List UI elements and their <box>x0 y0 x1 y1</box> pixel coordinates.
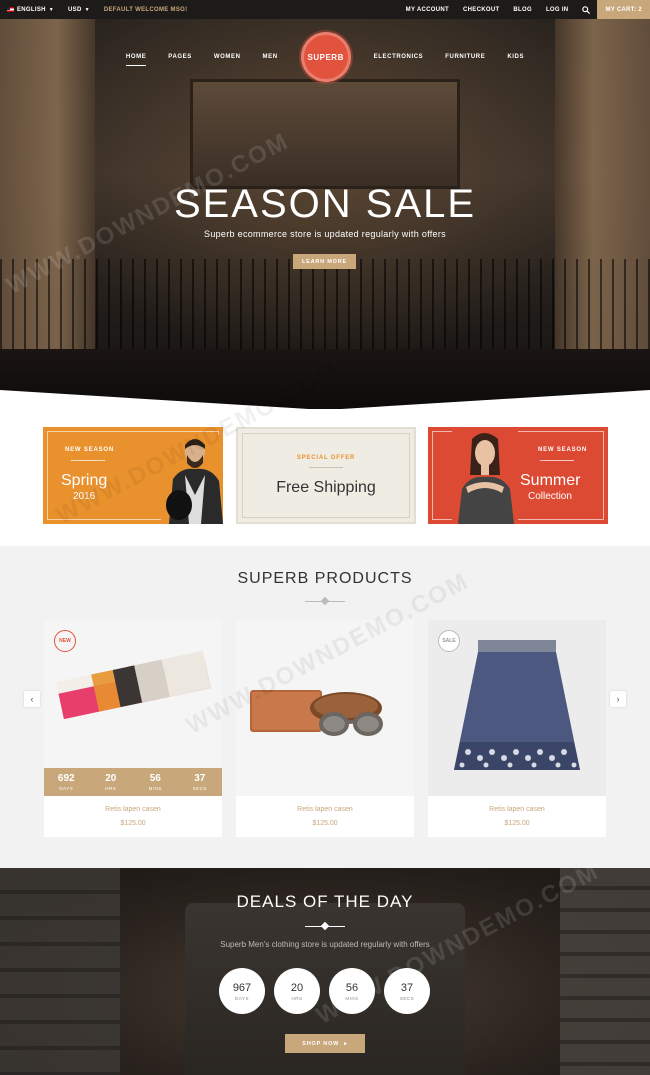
currency-selector[interactable]: USD ▼ <box>61 0 97 19</box>
top-bar: ENGLISH ▼ USD ▼ DEFAULT WELCOME MSG! MY … <box>0 0 650 19</box>
promo-title: Summer <box>520 472 581 489</box>
countdown-hours: 20 HRS <box>89 768 134 796</box>
deals-countdown-days: 967 DAYS <box>219 968 265 1014</box>
countdown-days: 692 DAYS <box>44 768 89 796</box>
deals-subtitle: Superb Men's clothing store is updated r… <box>220 940 430 949</box>
language-selector[interactable]: ENGLISH ▼ <box>0 0 61 19</box>
product-image[interactable]: SALE <box>428 620 606 796</box>
caret-right-icon: ▸ <box>344 1040 348 1047</box>
nav-women[interactable]: WOMEN <box>203 43 252 71</box>
countdown-value: 37 <box>194 773 206 784</box>
carousel-prev-button[interactable]: ‹ <box>24 691 40 707</box>
hero-banner: HOME PAGES WOMEN MEN SUPERB ELECTRONICS … <box>0 19 650 409</box>
search-icon <box>582 5 591 14</box>
promo-summer[interactable]: NEW SEASON Summer Collection <box>428 427 608 524</box>
product-price: $125.00 <box>120 820 146 827</box>
new-badge: NEW <box>54 630 76 652</box>
learn-more-button[interactable]: LEARN MORE <box>293 254 356 269</box>
ornament-divider <box>305 923 345 929</box>
countdown-value: 20 <box>105 773 117 784</box>
countdown-value: 967 <box>232 981 252 994</box>
countdown-unit: HRS <box>105 786 117 791</box>
site-logo[interactable]: SUPERB <box>300 32 351 82</box>
promo-divider <box>309 467 343 468</box>
countdown-unit: SECS <box>399 995 415 1001</box>
product-card[interactable]: SALE Retis lapen casen $125.00 <box>428 620 606 837</box>
nav-furniture[interactable]: FURNITURE <box>434 43 496 71</box>
promo-divider <box>540 460 574 461</box>
nav-kids[interactable]: KIDS <box>496 43 535 71</box>
countdown-value: 20 <box>290 981 304 994</box>
promo-label: SPECIAL OFFER <box>296 455 356 461</box>
promo-subtitle: Collection <box>528 491 572 502</box>
countdown-unit: SECS <box>192 786 207 791</box>
login-link[interactable]: LOG IN <box>539 0 575 19</box>
search-button[interactable] <box>575 0 597 19</box>
shop-now-button[interactable]: SHOP NOW ▸ <box>285 1034 365 1053</box>
nav-home[interactable]: HOME <box>115 43 157 71</box>
currency-label: USD <box>68 6 82 13</box>
flag-icon <box>7 7 14 12</box>
countdown-unit: MINS <box>148 786 162 791</box>
promo-label: NEW SEASON <box>538 447 588 453</box>
nav-men[interactable]: MEN <box>252 43 289 71</box>
blog-link[interactable]: BLOG <box>506 0 539 19</box>
chevron-down-icon: ▼ <box>84 6 90 13</box>
shop-now-label: SHOP NOW <box>302 1040 340 1047</box>
product-countdown: 692 DAYS 20 HRS 56 MINS 37 SECS <box>44 768 222 796</box>
main-nav: HOME PAGES WOMEN MEN SUPERB ELECTRONICS … <box>0 32 650 82</box>
products-title: SUPERB PRODUCTS <box>237 570 413 587</box>
product-price: $125.00 <box>504 820 530 827</box>
nav-pages[interactable]: PAGES <box>157 43 203 71</box>
woman-model-image <box>452 431 518 524</box>
promo-frame <box>242 433 410 518</box>
sale-badge: SALE <box>438 630 460 652</box>
nav-electronics[interactable]: ELECTRONICS <box>363 43 435 71</box>
countdown-seconds: 37 SECS <box>178 768 223 796</box>
carousel-next-button[interactable]: › <box>610 691 626 707</box>
cart-button[interactable]: MY CART: 2 <box>597 0 650 19</box>
countdown-value: 692 <box>57 773 75 784</box>
countdown-minutes: 56 MINS <box>133 768 178 796</box>
hero-divider-right <box>325 390 650 409</box>
promo-free-shipping[interactable]: SPECIAL OFFER Free Shipping <box>236 427 416 524</box>
countdown-unit: DAYS <box>59 786 74 791</box>
language-label: ENGLISH <box>17 6 46 13</box>
countdown-unit: DAYS <box>235 995 249 1001</box>
product-name[interactable]: Retis lapen casen <box>236 806 414 813</box>
product-price: $125.00 <box>312 820 338 827</box>
promo-label: NEW SEASON <box>65 447 115 453</box>
chevron-down-icon: ▼ <box>48 6 55 13</box>
promo-divider <box>71 460 105 461</box>
checkout-link[interactable]: CHECKOUT <box>456 0 506 19</box>
promo-title: Free Shipping <box>276 479 376 496</box>
countdown-unit: HRS <box>291 995 303 1001</box>
countdown-value: 56 <box>149 773 161 784</box>
chevron-right-icon: › <box>616 694 620 704</box>
product-name[interactable]: Retis lapen casen <box>44 806 222 813</box>
ornament-divider <box>305 598 345 604</box>
welcome-message: DEFAULT WELCOME MSG! <box>103 6 188 13</box>
product-name[interactable]: Retis lapen casen <box>428 806 606 813</box>
chevron-left-icon: ‹ <box>30 694 34 704</box>
products-section: SUPERB PRODUCTS ‹ › NEW 692 DAYS 20 HRS 56… <box>0 546 650 868</box>
hero-title: SEASON SALE <box>173 182 477 226</box>
my-account-link[interactable]: MY ACCOUNT <box>399 0 456 19</box>
